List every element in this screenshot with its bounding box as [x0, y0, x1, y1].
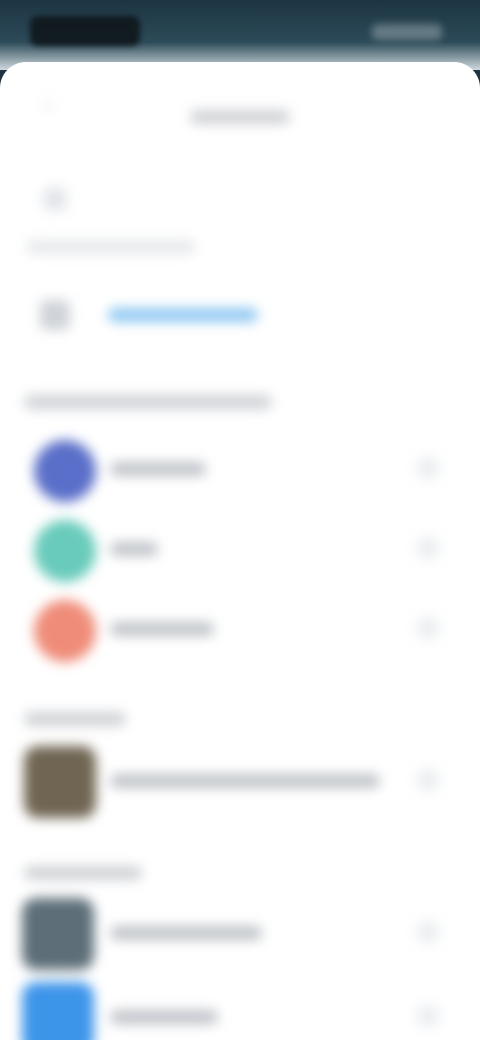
person-icon[interactable] — [42, 186, 68, 212]
list-item-label — [110, 462, 206, 476]
main-sheet: ‹ — [0, 62, 480, 1040]
hint-text-placeholder — [26, 240, 196, 254]
section-header-1 — [24, 395, 272, 409]
list-item[interactable] — [0, 746, 480, 826]
list-item[interactable] — [0, 898, 480, 978]
status-time-icon — [30, 16, 140, 46]
header: ‹ — [0, 80, 480, 130]
status-bar — [0, 0, 480, 70]
chevron-right-icon — [416, 616, 440, 640]
list-item-label — [110, 622, 214, 636]
page-title — [150, 94, 330, 118]
avatar — [24, 746, 96, 818]
list-item-label — [110, 926, 262, 940]
avatar — [34, 600, 96, 662]
avatar — [22, 898, 94, 970]
section-header-2 — [24, 712, 126, 726]
list-item-label — [110, 1010, 218, 1024]
section-header-3 — [24, 866, 142, 880]
list-item[interactable] — [0, 982, 480, 1040]
list-item-label — [110, 774, 380, 788]
chevron-right-icon — [416, 920, 440, 944]
chevron-right-icon — [416, 1004, 440, 1028]
add-icon[interactable] — [40, 300, 70, 330]
avatar — [22, 982, 94, 1040]
chevron-right-icon — [416, 456, 440, 480]
list-item[interactable] — [0, 594, 480, 674]
chevron-left-icon[interactable]: ‹ — [36, 93, 58, 117]
list-item[interactable] — [0, 514, 480, 594]
add-label[interactable] — [108, 308, 258, 322]
chevron-right-icon — [416, 768, 440, 792]
chevron-right-icon — [416, 536, 440, 560]
avatar — [34, 520, 96, 582]
avatar — [34, 440, 96, 502]
status-indicators-icon — [372, 24, 442, 40]
add-row[interactable] — [0, 292, 480, 340]
list-item[interactable] — [0, 434, 480, 514]
list-item-label — [110, 542, 158, 556]
